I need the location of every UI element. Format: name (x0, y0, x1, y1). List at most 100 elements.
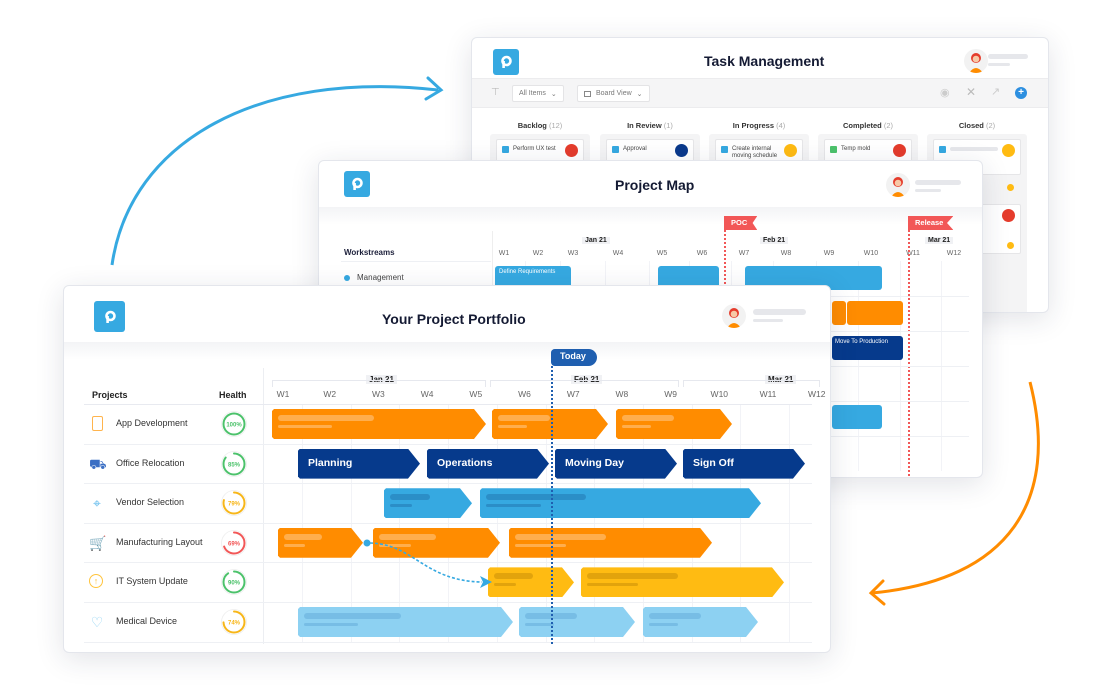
phase-label: Sign Off (693, 456, 734, 469)
week-label: W9 (664, 389, 677, 399)
week-label: W4 (612, 250, 624, 257)
task-card-title: Approval (623, 146, 647, 152)
project-name: Medical Device (116, 616, 178, 626)
phase-label: Planning (308, 456, 353, 469)
column-header-closed: Closed (2) (958, 121, 996, 130)
week-label: W7 (566, 389, 580, 399)
task-bar[interactable] (278, 528, 363, 558)
bar-title-placeholder (587, 573, 678, 579)
bar-subtitle-placeholder (379, 544, 411, 547)
eye-icon[interactable]: ◉ (940, 86, 950, 99)
truck-icon: ⛟ (89, 455, 107, 472)
task-bar[interactable] (616, 409, 732, 439)
header-shadow (64, 342, 830, 360)
task-title-placeholder (950, 147, 998, 151)
phase-bar[interactable]: Moving Day (555, 449, 677, 479)
items-dropdown[interactable]: All Items ⌄ (512, 85, 564, 102)
task-icon (612, 146, 619, 153)
week-label: W4 (420, 389, 434, 399)
project-name: Vendor Selection (116, 497, 185, 508)
today-marker[interactable]: Today (551, 349, 597, 366)
board-icon (584, 90, 591, 97)
task-bar[interactable] (643, 607, 758, 637)
project-name: App Development (116, 418, 188, 428)
task-bar[interactable] (272, 409, 486, 439)
month-bracket (272, 380, 486, 387)
project-row[interactable]: ⌖ Vendor Selection 79% (64, 483, 263, 523)
project-name: IT System Update (116, 576, 188, 587)
phase-bar[interactable]: Planning (298, 449, 420, 479)
user-avatar[interactable] (964, 49, 988, 73)
project-row[interactable]: ⛟ Office Relocation 85% (64, 444, 263, 484)
week-label: W1 (276, 389, 290, 399)
tools-icon[interactable]: ✕ (966, 85, 976, 99)
milestone-poc[interactable]: POC (724, 216, 758, 230)
workstream-dot (344, 275, 350, 281)
bar-subtitle-placeholder (498, 425, 527, 428)
page-title: Your Project Portfolio (382, 311, 526, 327)
project-name: Manufacturing Layout (116, 536, 203, 547)
projects-header: Projects (92, 390, 128, 400)
app-logo-icon (344, 171, 370, 197)
assignee-avatar (565, 144, 578, 157)
week-label: W6 (518, 389, 531, 399)
workstream-management[interactable]: Management (357, 273, 404, 282)
column-header-completed: Completed (2) (842, 121, 894, 130)
share-icon[interactable]: ↗ (991, 85, 1000, 98)
view-dropdown-label: Board View (596, 90, 632, 97)
upload-circle-icon: ↑ (89, 574, 103, 589)
filter-icon[interactable]: ⊤ (491, 87, 500, 98)
health-header: Health (219, 390, 247, 400)
phase-bar[interactable]: Sign Off (683, 449, 805, 479)
task-bar[interactable] (488, 567, 574, 597)
add-icon[interactable]: + (1015, 87, 1027, 99)
cart-icon: 🛒 (89, 534, 107, 551)
bar-title-placeholder (390, 494, 430, 500)
project-row[interactable]: 🛒 Manufacturing Layout 69% (64, 523, 263, 563)
project-name: Office Relocation (116, 457, 185, 468)
project-row[interactable]: App Development 100% (64, 404, 263, 444)
bar-title-placeholder (284, 534, 322, 540)
bar-title-placeholder (486, 494, 586, 500)
task-bar[interactable] (373, 528, 500, 558)
milestone-release[interactable]: Release (908, 216, 954, 230)
month-bracket (490, 380, 679, 387)
project-row[interactable]: ↑ IT System Update 90% (64, 562, 263, 602)
heartbeat-icon: ♡ (90, 614, 104, 630)
task-bar[interactable] (519, 607, 635, 637)
phase-bar[interactable]: Operations (427, 449, 549, 479)
view-dropdown[interactable]: Board View ⌄ (577, 85, 650, 102)
week-label: W3 (372, 389, 385, 399)
task-bar[interactable] (384, 488, 472, 518)
health-indicator: 100% (221, 411, 247, 437)
week-label: W7 (738, 250, 750, 257)
bar-subtitle-placeholder (649, 623, 678, 626)
task-bar[interactable] (509, 528, 712, 558)
location-pin-icon: ⌖ (93, 495, 101, 512)
bar-subtitle-placeholder (278, 425, 332, 428)
task-bar[interactable] (581, 567, 784, 597)
week-label: W1 (498, 250, 510, 257)
task-bar[interactable] (847, 301, 903, 325)
health-value: 90% (228, 581, 241, 587)
row-divider (84, 641, 812, 643)
task-bar[interactable] (492, 409, 608, 439)
task-bar[interactable] (832, 301, 846, 325)
week-label: W12 (807, 389, 826, 399)
health-indicator: 69% (221, 529, 247, 556)
task-bar[interactable] (298, 607, 513, 637)
week-label: W3 (567, 250, 579, 257)
bar-subtitle-placeholder (515, 544, 566, 547)
user-avatar[interactable] (886, 173, 910, 197)
task-move-to-production[interactable]: Move To Production (832, 336, 903, 360)
health-indicator: 79% (221, 490, 247, 517)
project-row[interactable]: ♡ Medical Device 74% (64, 602, 263, 642)
column-header-in-review: In Review (1) (627, 121, 673, 130)
bar-subtitle-placeholder (525, 623, 554, 626)
bar-title-placeholder (494, 573, 533, 579)
username-placeholder (988, 54, 1028, 59)
week-label: W6 (696, 250, 708, 257)
user-avatar[interactable] (722, 304, 746, 328)
task-bar[interactable] (832, 405, 882, 429)
task-bar[interactable] (480, 488, 761, 518)
